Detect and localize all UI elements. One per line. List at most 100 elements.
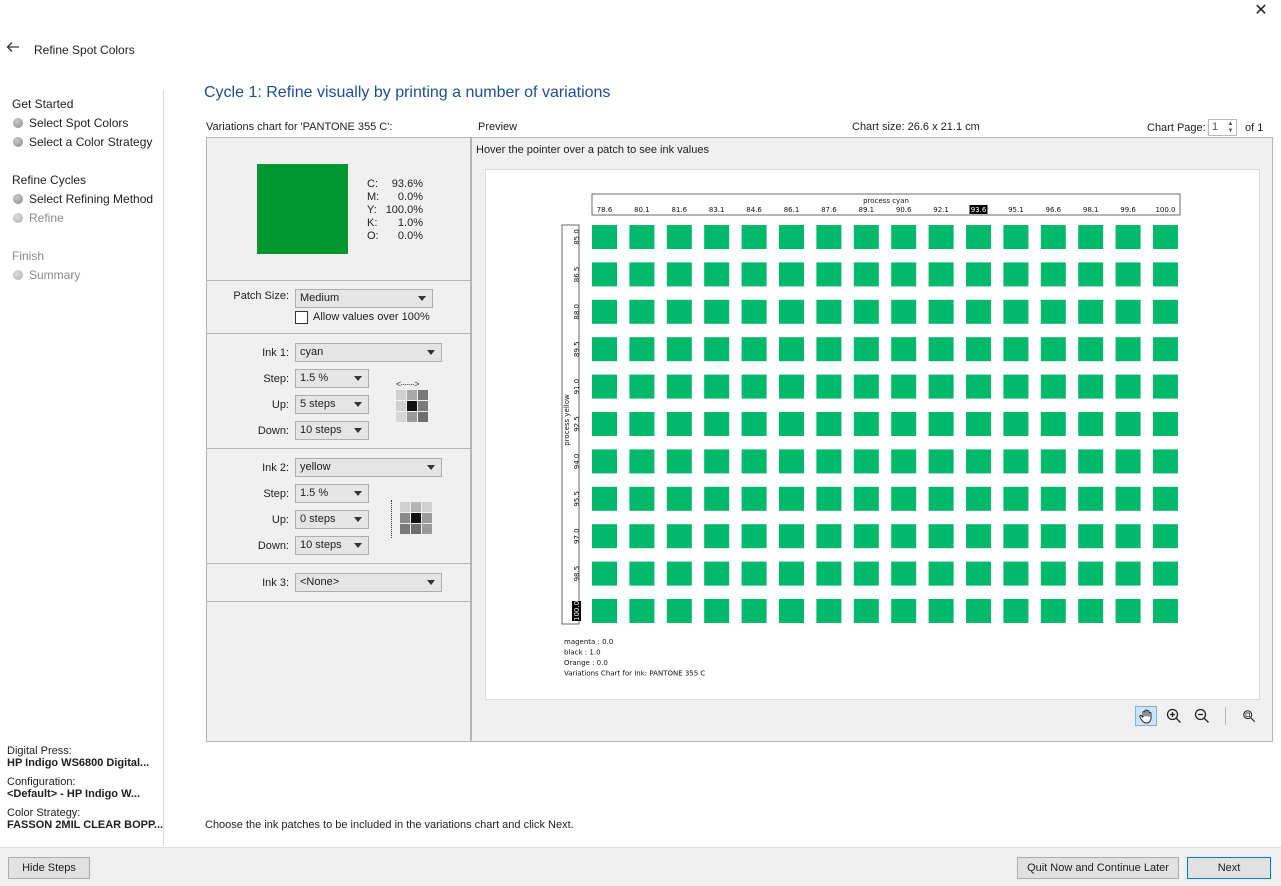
color-patch[interactable]	[592, 225, 617, 249]
color-patch[interactable]	[966, 337, 991, 362]
color-patch[interactable]	[816, 225, 842, 249]
ink1-step-dropdown[interactable]: 1.5 %	[295, 369, 369, 388]
color-patch[interactable]	[629, 299, 655, 324]
color-patch[interactable]	[966, 599, 991, 623]
color-patch[interactable]	[666, 599, 692, 623]
color-patch[interactable]	[779, 262, 804, 287]
color-patch[interactable]	[1115, 561, 1141, 586]
color-patch[interactable]	[891, 412, 917, 436]
color-patch[interactable]	[1040, 374, 1066, 399]
color-patch[interactable]	[1003, 524, 1029, 549]
color-patch[interactable]	[629, 262, 655, 287]
quit-and-continue-later-button[interactable]: Quit Now and Continue Later	[1017, 857, 1179, 879]
color-patch[interactable]	[1040, 225, 1066, 249]
color-patch[interactable]	[741, 486, 767, 511]
ink3-dropdown[interactable]: <None>	[295, 573, 442, 592]
color-patch[interactable]	[1040, 561, 1066, 586]
ink1-dropdown[interactable]: cyan	[295, 343, 442, 362]
color-patch[interactable]	[891, 486, 917, 511]
color-patch[interactable]	[592, 486, 617, 511]
allow-over-100-checkbox[interactable]	[295, 311, 308, 324]
color-patch[interactable]	[741, 524, 767, 549]
color-patch[interactable]	[666, 225, 692, 249]
color-patch[interactable]	[928, 374, 954, 399]
color-patch[interactable]	[853, 599, 879, 623]
color-patch[interactable]	[966, 299, 991, 324]
color-patch[interactable]	[853, 412, 879, 436]
color-patch[interactable]	[853, 449, 879, 474]
zoom-in-icon[interactable]	[1163, 706, 1185, 726]
color-patch[interactable]	[928, 449, 954, 474]
color-patch[interactable]	[629, 599, 655, 623]
color-patch[interactable]	[741, 225, 767, 249]
color-patch[interactable]	[1003, 449, 1029, 474]
color-patch[interactable]	[629, 412, 655, 436]
color-patch[interactable]	[592, 337, 617, 362]
color-patch[interactable]	[1040, 486, 1066, 511]
color-patch[interactable]	[1003, 412, 1029, 436]
color-patch[interactable]	[592, 374, 617, 399]
color-patch[interactable]	[741, 262, 767, 287]
ink1-down-dropdown[interactable]: 10 steps	[295, 421, 369, 440]
color-patch[interactable]	[816, 599, 842, 623]
next-button[interactable]: Next	[1187, 857, 1271, 879]
color-patch[interactable]	[1115, 374, 1141, 399]
color-patch[interactable]	[704, 374, 730, 399]
spinner-up-icon[interactable]: ▲	[1226, 121, 1235, 128]
color-patch[interactable]	[816, 561, 842, 586]
color-patch[interactable]	[853, 299, 879, 324]
color-patch[interactable]	[966, 374, 991, 399]
color-patch[interactable]	[666, 262, 692, 287]
color-patch[interactable]	[1153, 599, 1178, 623]
color-patch[interactable]	[1003, 561, 1029, 586]
color-patch[interactable]	[891, 225, 917, 249]
color-patch[interactable]	[741, 337, 767, 362]
color-patch[interactable]	[1115, 412, 1141, 436]
color-patch[interactable]	[741, 412, 767, 436]
color-patch[interactable]	[1153, 486, 1178, 511]
color-patch[interactable]	[891, 599, 917, 623]
color-patch[interactable]	[1078, 449, 1104, 474]
step-select-spot-colors[interactable]: Select Spot Colors	[13, 116, 128, 130]
color-patch[interactable]	[928, 412, 954, 436]
color-patch[interactable]	[1153, 412, 1178, 436]
color-patch[interactable]	[741, 449, 767, 474]
color-patch[interactable]	[816, 524, 842, 549]
color-patch[interactable]	[741, 561, 767, 586]
color-patch[interactable]	[816, 299, 842, 324]
patch-size-dropdown[interactable]: Medium	[295, 289, 433, 308]
color-patch[interactable]	[1078, 561, 1104, 586]
color-patch[interactable]	[1078, 412, 1104, 436]
variations-chart-canvas[interactable]: process cyan 78.6 80.1 81.6 83.1 84.6 86.1 87.6…	[485, 169, 1260, 700]
color-patch[interactable]	[928, 337, 954, 362]
color-patch[interactable]	[891, 524, 917, 549]
color-patch[interactable]	[779, 561, 804, 586]
color-patch[interactable]	[1003, 225, 1029, 249]
ink2-up-dropdown[interactable]: 0 steps	[295, 510, 369, 529]
color-patch[interactable]	[891, 561, 917, 586]
color-patch[interactable]	[1040, 449, 1066, 474]
color-patch[interactable]	[666, 486, 692, 511]
color-patch[interactable]	[629, 225, 655, 249]
step-select-color-strategy[interactable]: Select a Color Strategy	[13, 135, 152, 149]
color-patch[interactable]	[1153, 262, 1178, 287]
color-patch[interactable]	[966, 524, 991, 549]
color-patch[interactable]	[891, 337, 917, 362]
color-patch[interactable]	[853, 337, 879, 362]
color-patch[interactable]	[779, 374, 804, 399]
color-patch[interactable]	[853, 486, 879, 511]
color-patch[interactable]	[1003, 374, 1029, 399]
color-patch[interactable]	[1078, 486, 1104, 511]
color-patch[interactable]	[1153, 299, 1178, 324]
color-patch[interactable]	[966, 561, 991, 586]
color-patch[interactable]	[1153, 449, 1178, 474]
color-patch[interactable]	[1040, 599, 1066, 623]
color-patch[interactable]	[629, 449, 655, 474]
color-patch[interactable]	[1078, 524, 1104, 549]
color-patch[interactable]	[704, 524, 730, 549]
color-patch[interactable]	[704, 412, 730, 436]
color-patch[interactable]	[741, 374, 767, 399]
spinner-down-icon[interactable]: ▼	[1226, 128, 1235, 135]
color-patch[interactable]	[816, 374, 842, 399]
color-patch[interactable]	[1040, 412, 1066, 436]
